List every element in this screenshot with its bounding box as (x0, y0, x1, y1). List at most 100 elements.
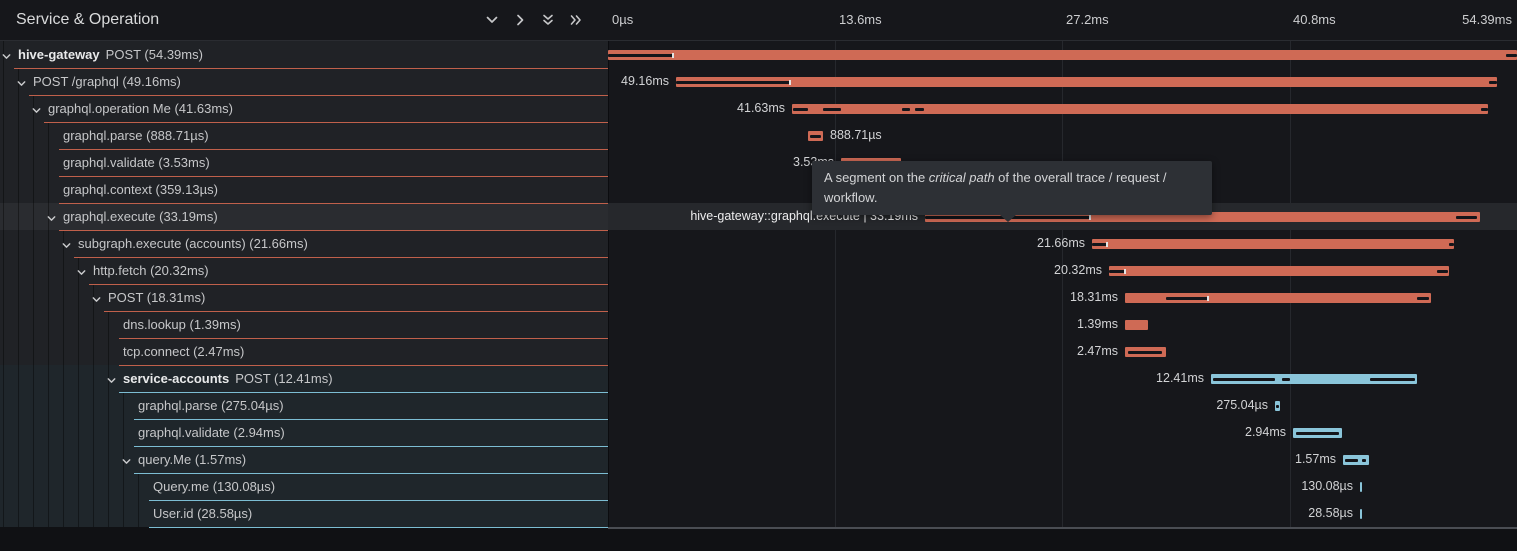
trace-row[interactable]: POST /graphql (49.16ms)49.16ms (0, 68, 1517, 95)
chevron-down-icon[interactable] (46, 211, 57, 229)
trace-row[interactable]: graphql.parse (888.71µs)888.71µs (0, 122, 1517, 149)
span-bar[interactable] (792, 104, 1488, 114)
span-row-label: graphql.execute (33.19ms) (63, 203, 218, 230)
expand-all-icon[interactable] (566, 10, 586, 30)
trace-row-name-cell[interactable]: tcp.connect (2.47ms) (0, 338, 608, 365)
trace-row-name-cell[interactable]: POST /graphql (49.16ms) (0, 68, 608, 95)
chevron-down-icon[interactable] (91, 292, 102, 310)
trace-row-name-cell[interactable]: graphql.context (359.13µs) (0, 176, 608, 203)
span-bar[interactable] (608, 50, 1517, 60)
axis-tick-label: 0µs (612, 12, 633, 27)
trace-row-name-cell[interactable]: graphql.parse (275.04µs) (0, 392, 608, 419)
span-duration-label: 21.66ms (1037, 230, 1085, 257)
collapse-one-level-icon[interactable] (482, 10, 502, 30)
row-connector-line (59, 149, 608, 150)
trace-row[interactable]: graphql.operation Me (41.63ms)41.63ms (0, 95, 1517, 122)
indent-guide (3, 149, 4, 176)
span-bar[interactable] (1343, 455, 1369, 465)
span-bar[interactable] (1125, 320, 1148, 330)
chevron-down-icon[interactable] (1, 49, 12, 67)
row-connector-line (59, 176, 608, 177)
span-bar[interactable] (1109, 266, 1449, 276)
row-connector-line (14, 68, 608, 69)
span-operation-name: graphql.validate (2.94ms) (138, 425, 285, 440)
chevron-down-icon[interactable] (76, 265, 87, 283)
trace-row-name-cell[interactable]: POST (18.31ms) (0, 284, 608, 311)
indent-guide (78, 473, 79, 500)
span-bar[interactable] (1125, 293, 1431, 303)
indent-guide (63, 311, 64, 338)
collapse-all-icon[interactable] (538, 10, 558, 30)
trace-row[interactable]: graphql.validate (3.53ms)3.53ms (0, 149, 1517, 176)
trace-row-timeline-cell: 130.08µs (608, 473, 1517, 500)
trace-row[interactable]: http.fetch (20.32ms)20.32ms (0, 257, 1517, 284)
trace-row[interactable]: tcp.connect (2.47ms)2.47ms (0, 338, 1517, 365)
indent-guide (78, 311, 79, 338)
critical-path-end-marker (672, 53, 674, 58)
trace-row-name-cell[interactable]: service-accountsPOST (12.41ms) (0, 365, 608, 392)
row-connector-line (59, 203, 608, 204)
trace-row[interactable]: hive-gatewayPOST (54.39ms) (0, 41, 1517, 68)
trace-row[interactable]: graphql.parse (275.04µs)275.04µs (0, 392, 1517, 419)
trace-row[interactable]: graphql.execute (33.19ms)hive-gateway::g… (0, 203, 1517, 230)
trace-row-name-cell[interactable]: query.Me (1.57ms) (0, 446, 608, 473)
span-bar[interactable] (1360, 509, 1362, 519)
critical-path-segment (915, 108, 924, 111)
trace-row[interactable]: User.id (28.58µs)28.58µs (0, 500, 1517, 527)
trace-row-timeline-cell: 49.16ms (608, 68, 1517, 95)
chevron-down-icon[interactable] (61, 238, 72, 256)
trace-row[interactable]: graphql.validate (2.94ms)2.94ms (0, 419, 1517, 446)
span-bar[interactable] (676, 77, 1497, 87)
trace-row[interactable]: Query.me (130.08µs)130.08µs (0, 473, 1517, 500)
indent-guide (63, 338, 64, 365)
indent-guide (18, 473, 19, 500)
indent-guide (78, 446, 79, 473)
trace-row-name-cell[interactable]: http.fetch (20.32ms) (0, 257, 608, 284)
chevron-down-icon[interactable] (106, 373, 117, 391)
indent-guide (63, 284, 64, 311)
trace-row-name-cell[interactable]: graphql.execute (33.19ms) (0, 203, 608, 230)
critical-path-segment (810, 135, 821, 138)
span-bar[interactable] (1125, 347, 1166, 357)
trace-row-name-cell[interactable]: subgraph.execute (accounts) (21.66ms) (0, 230, 608, 257)
row-connector-line (119, 338, 608, 339)
trace-row[interactable]: query.Me (1.57ms)1.57ms (0, 446, 1517, 473)
span-bar[interactable] (1275, 401, 1280, 411)
trace-row-name-cell[interactable]: graphql.validate (2.94ms) (0, 419, 608, 446)
trace-row[interactable]: dns.lookup (1.39ms)1.39ms (0, 311, 1517, 338)
trace-row[interactable]: subgraph.execute (accounts) (21.66ms) 21.… (0, 230, 1517, 257)
span-bar[interactable] (1092, 239, 1454, 249)
indent-guide (18, 122, 19, 149)
chevron-down-icon[interactable] (121, 454, 132, 472)
trace-row-name-cell[interactable]: graphql.operation Me (41.63ms) (0, 95, 608, 122)
indent-guide (33, 500, 34, 527)
trace-row[interactable]: graphql.context (359.13µs)359.13µs (0, 176, 1517, 203)
trace-row-name-cell[interactable]: graphql.validate (3.53ms) (0, 149, 608, 176)
chevron-down-icon[interactable] (31, 103, 42, 121)
horizontal-scrollbar[interactable] (608, 527, 1517, 529)
row-connector-line (74, 257, 608, 258)
tree-controls (482, 10, 586, 30)
trace-row[interactable]: service-accountsPOST (12.41ms)12.41ms (0, 365, 1517, 392)
span-bar[interactable] (1360, 482, 1362, 492)
chevron-down-icon[interactable] (16, 76, 27, 94)
indent-guide (3, 284, 4, 311)
trace-row[interactable]: POST (18.31ms)18.31ms (0, 284, 1517, 311)
span-bar[interactable] (1211, 374, 1417, 384)
indent-guide (48, 419, 49, 446)
trace-row-name-cell[interactable]: dns.lookup (1.39ms) (0, 311, 608, 338)
trace-row-name-cell[interactable]: Query.me (130.08µs) (0, 473, 608, 500)
span-bar[interactable] (808, 131, 823, 141)
indent-guide (33, 284, 34, 311)
indent-guide (33, 392, 34, 419)
span-bar[interactable] (1293, 428, 1342, 438)
trace-row-name-cell[interactable]: User.id (28.58µs) (0, 500, 608, 527)
indent-guide (108, 419, 109, 446)
indent-guide (18, 338, 19, 365)
tooltip-text-italic: critical path (929, 170, 995, 185)
critical-path-segment (1345, 459, 1358, 462)
trace-row-name-cell[interactable]: graphql.parse (888.71µs) (0, 122, 608, 149)
trace-row-name-cell[interactable]: hive-gatewayPOST (54.39ms) (0, 41, 608, 68)
trace-row-timeline-cell: 275.04µs (608, 392, 1517, 419)
expand-one-level-icon[interactable] (510, 10, 530, 30)
